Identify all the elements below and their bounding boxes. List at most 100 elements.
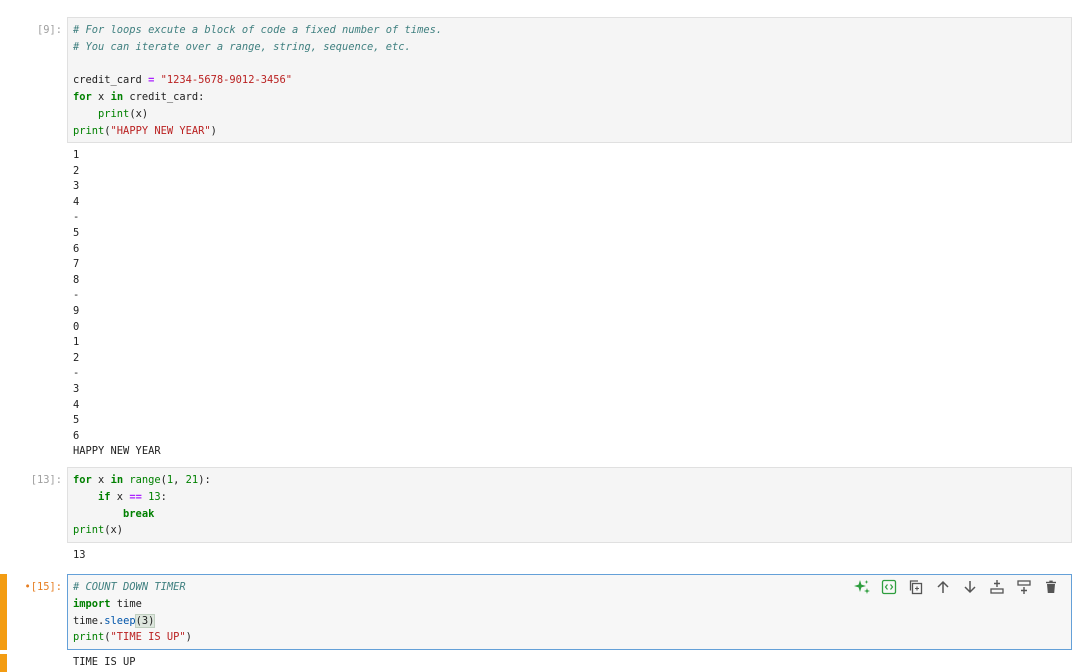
- code-token: time: [110, 597, 142, 610]
- move-down-button[interactable]: [961, 580, 978, 597]
- code-line[interactable]: time.sleep(3): [73, 613, 1066, 630]
- output-line: 8: [73, 273, 80, 286]
- insert-above-button[interactable]: [988, 580, 1005, 597]
- cell-output: 1 2 3 4 - 5 6 7 8 - 9 0 1 2 - 3 4 5 6 HAPPY NEW YEAR: [73, 148, 1073, 460]
- code-line[interactable]: print(x): [73, 522, 1066, 539]
- code-token: (x): [129, 107, 149, 120]
- code-token: for: [73, 91, 92, 104]
- insert-below-icon: [1016, 579, 1032, 598]
- code-token: import: [73, 597, 111, 610]
- code-token: # You can iterate over a range, string, …: [73, 40, 411, 53]
- code-token: break: [123, 507, 155, 520]
- output-line: 13: [73, 549, 86, 561]
- output-line: 2: [73, 351, 80, 364]
- output-line: 7: [73, 258, 80, 271]
- delete-icon: [1043, 579, 1059, 598]
- code-token: "TIME IS UP": [110, 631, 186, 644]
- code-token: print: [73, 524, 105, 537]
- delete-button[interactable]: [1042, 580, 1059, 597]
- move-down-icon: [962, 579, 978, 598]
- code-line[interactable]: import time: [73, 596, 1066, 613]
- code-line[interactable]: print("TIME IS UP"): [73, 629, 1066, 646]
- code-token: ): [185, 631, 192, 644]
- code-token: credit_card: [73, 74, 149, 87]
- code-token: ==: [129, 490, 142, 503]
- code-token: "HAPPY NEW YEAR": [110, 124, 211, 137]
- code-token: ,: [173, 474, 186, 486]
- code-line[interactable]: credit_card = "1234-5678-9012-3456": [73, 72, 1066, 89]
- code-token: if: [98, 490, 111, 503]
- ai-assist-icon: [853, 579, 870, 598]
- code-token: in: [110, 474, 124, 486]
- code-line[interactable]: for x in range(1, 21):: [73, 472, 1066, 489]
- code-line[interactable]: print("HAPPY NEW YEAR"): [73, 123, 1066, 140]
- code-view-button[interactable]: [880, 579, 897, 597]
- output-line: 2: [73, 164, 80, 177]
- cell-output: 13: [73, 548, 1073, 564]
- move-up-button[interactable]: [934, 580, 951, 597]
- code-line[interactable]: # You can iterate over a range, string, …: [73, 39, 1066, 56]
- output-line: 3: [73, 180, 80, 193]
- code-token: x: [91, 91, 111, 104]
- insert-below-button[interactable]: [1015, 580, 1032, 597]
- notebook: [9]: # For loops excute a block of code …: [0, 0, 1080, 672]
- output-line: 6: [73, 242, 80, 255]
- code-token: ): [210, 124, 217, 137]
- code-line[interactable]: [73, 56, 1066, 73]
- code-line[interactable]: break: [73, 506, 1066, 523]
- code-token: 13: [148, 490, 161, 503]
- output-line: 5: [73, 226, 80, 239]
- cell-toolbar: [853, 579, 1059, 597]
- code-editor[interactable]: # COUNT DOWN TIMER import time time.sleep(…: [67, 574, 1072, 650]
- code-token: in: [110, 91, 124, 104]
- code-line[interactable]: if x == 13:: [73, 489, 1066, 506]
- code-token: time: [73, 614, 99, 627]
- code-token: print: [73, 124, 105, 137]
- code-cell-13[interactable]: [13]: for x in range(1, 21): if x == 13:…: [0, 467, 1080, 567]
- code-token: # COUNT DOWN TIMER: [73, 581, 186, 593]
- execution-count: [9]:: [36, 24, 62, 36]
- code-editor[interactable]: # For loops excute a block of code a fix…: [67, 17, 1072, 143]
- code-line[interactable]: # For loops excute a block of code a fix…: [73, 22, 1066, 39]
- cell-output: TIME IS UP: [73, 655, 1073, 671]
- output-collapser[interactable]: [0, 654, 7, 672]
- code-token: sleep: [104, 614, 136, 627]
- code-editor[interactable]: for x in range(1, 21): if x == 13: break…: [67, 467, 1072, 543]
- code-cell-15[interactable]: •[15]: # COUNT DOWN TIMER import time time…: [0, 574, 1080, 672]
- code-token: # For loops excute a block of code a fix…: [73, 24, 443, 36]
- code-token: credit_card:: [123, 91, 205, 104]
- execution-count: •[15]:: [24, 581, 62, 593]
- output-line: 5: [73, 414, 80, 427]
- output-line: 4: [73, 398, 80, 411]
- code-cell-9[interactable]: [9]: # For loops excute a block of code …: [0, 17, 1080, 457]
- code-line[interactable]: for x in credit_card:: [73, 89, 1066, 106]
- code-token: (3): [134, 613, 156, 628]
- code-token: range: [129, 474, 161, 486]
- duplicate-button[interactable]: [907, 580, 924, 597]
- code-token: print: [98, 107, 130, 120]
- code-token: "1234-5678-9012-3456": [160, 74, 292, 87]
- output-line: 3: [73, 382, 80, 395]
- code-token: :: [160, 490, 167, 503]
- code-token: for: [73, 474, 92, 486]
- execution-count: [13]:: [30, 474, 62, 486]
- output-line: HAPPY NEW YEAR: [73, 445, 161, 458]
- duplicate-icon: [908, 579, 924, 598]
- output-line: 0: [73, 320, 80, 333]
- output-line: 6: [73, 429, 80, 442]
- code-token: 21: [185, 474, 199, 486]
- output-line: 1: [73, 336, 80, 349]
- code-line[interactable]: print(x): [73, 106, 1066, 123]
- code-token: print: [73, 631, 105, 644]
- insert-above-icon: [989, 579, 1005, 598]
- output-line: -: [73, 289, 80, 302]
- output-line: 9: [73, 304, 80, 317]
- output-line: -: [73, 211, 80, 224]
- move-up-icon: [935, 579, 951, 598]
- output-line: 1: [73, 149, 80, 161]
- output-line: -: [73, 367, 80, 380]
- output-line: TIME IS UP: [73, 656, 136, 668]
- ai-assist-button[interactable]: [853, 580, 870, 597]
